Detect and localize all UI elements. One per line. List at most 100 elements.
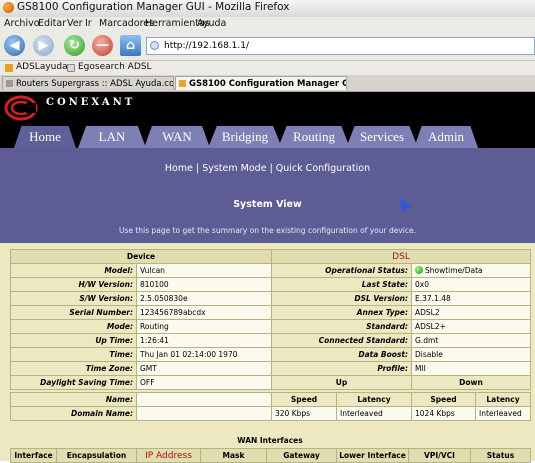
dst-label: Daylight Saving Time: — [10, 375, 137, 390]
model-value: Vulcan — [136, 263, 272, 278]
down-header: Down — [410, 375, 532, 390]
domain-value — [136, 406, 272, 421]
col-ip-address: IP Address — [136, 448, 201, 463]
conexant-logo-icon — [4, 95, 38, 121]
annex-label: Annex Type: — [271, 305, 412, 320]
menu-archivo[interactable]: Archivo — [4, 18, 40, 29]
col-encapsulation: Encapsulation — [56, 448, 137, 463]
quick-links: Home | System Mode | Quick Configuration — [164, 163, 371, 174]
down-latency-value: Interleaved — [475, 406, 531, 421]
down-speed-header: Speed — [411, 392, 476, 407]
bookmark-icon — [5, 64, 13, 72]
status-ok-icon — [415, 266, 423, 274]
link-system-mode[interactable]: System Mode — [202, 163, 266, 174]
name-value — [136, 392, 272, 407]
tab-label: Routers Supergrass :: ADSL Ayuda.com :: … — [16, 79, 174, 89]
annex-value: ADSL2 — [410, 305, 532, 320]
col-interface: Interface — [10, 448, 57, 463]
sw-version-label: S/W Version: — [10, 291, 137, 306]
home-icon[interactable]: ⌂ — [120, 35, 141, 56]
up-speed-value: 320 Kbps — [271, 406, 337, 421]
nav-tab-wan[interactable]: WAN — [144, 126, 210, 148]
nav-tab-lan[interactable]: LAN — [78, 126, 146, 148]
last-state-label: Last State: — [271, 277, 412, 292]
down-latency-header: Latency — [475, 392, 531, 407]
back-icon[interactable]: ◀ — [4, 35, 25, 56]
page-header: CONEXANT — [0, 92, 535, 126]
wan-interfaces-title: WAN Interfaces — [237, 436, 303, 445]
standard-value: ADSL2+ — [410, 319, 532, 334]
data-boost-value: Disable — [410, 347, 532, 362]
window-title: GS8100 Configuration Manager GUI - Mozil… — [17, 1, 290, 13]
profile-label: Profile: — [271, 361, 412, 376]
name-label: Name: — [10, 392, 137, 407]
time-zone-value: GMT — [136, 361, 272, 376]
address-bar[interactable]: http://192.168.1.1/ — [146, 37, 535, 55]
menu-ir[interactable]: Ir — [85, 18, 92, 29]
content-header: Home | System Mode | Quick Configuration… — [0, 148, 535, 243]
standard-label: Standard: — [271, 319, 412, 334]
link-quick-configuration[interactable]: Quick Configuration — [276, 163, 370, 174]
col-status: Status — [470, 448, 531, 463]
dsl-version-value: E.37.1.48 — [410, 291, 532, 306]
nav-tab-bridging[interactable]: Bridging — [208, 126, 282, 148]
link-home[interactable]: Home — [165, 163, 193, 174]
name-speed-table: Name: Speed Latency Speed Latency Domain… — [10, 392, 531, 421]
down-speed-value: 1024 Kbps — [411, 406, 476, 421]
page-description: Use this page to get the summary on the … — [119, 226, 416, 235]
menu-ayuda[interactable]: Ayuda — [197, 18, 226, 29]
device-header: Device — [10, 249, 272, 264]
bookmark-egosearch[interactable]: Egosearch ADSL — [78, 62, 151, 72]
up-header: Up — [271, 375, 412, 390]
address-text: http://192.168.1.1/ — [164, 41, 249, 51]
op-status-label: Operational Status: — [271, 263, 412, 278]
sw-version-value: 2.5.050830e — [136, 291, 272, 306]
nav-tab-routing[interactable]: Routing — [278, 126, 350, 148]
tab-favicon-icon — [6, 80, 13, 87]
col-gateway: Gateway — [266, 448, 337, 463]
nav-tab-home[interactable]: Home — [14, 126, 76, 148]
dst-value: OFF — [136, 375, 272, 390]
bookmarks-toolbar: ADSLayuda Egosearch ADSL — [0, 61, 535, 75]
uptime-value: 1:26:41 — [136, 333, 272, 348]
time-zone-label: Time Zone: — [10, 361, 137, 376]
dsl-version-label: DSL Version: — [271, 291, 412, 306]
forward-icon[interactable]: ▶ — [33, 35, 54, 56]
hw-version-value: 810100 — [136, 277, 272, 292]
serial-value: 123456789abcdx — [136, 305, 272, 320]
menu-editar[interactable]: Editar — [38, 18, 66, 29]
tab-routers[interactable]: Routers Supergrass :: ADSL Ayuda.com :: … — [2, 76, 174, 90]
connected-standard-value: G.dmt — [410, 333, 532, 348]
browser-tab-bar: Routers Supergrass :: ADSL Ayuda.com :: … — [0, 75, 535, 92]
data-boost-label: Data Boost: — [271, 347, 412, 362]
col-vpi-vci: VPI/VCI — [408, 448, 471, 463]
reload-icon[interactable]: ↻ — [64, 35, 85, 56]
page-icon — [150, 41, 159, 50]
summary-table: Device DSL Model: Vulcan Operational Sta… — [10, 249, 532, 390]
nav-tab-services[interactable]: Services — [346, 126, 418, 148]
domain-label: Domain Name: — [10, 406, 137, 421]
bookmark-adslayuda[interactable]: ADSLayuda — [16, 62, 68, 72]
tab-favicon-icon — [179, 80, 186, 87]
last-state-value: 0x0 — [410, 277, 532, 292]
hw-version-label: H/W Version: — [10, 277, 137, 292]
nav-tab-admin[interactable]: Admin — [414, 126, 478, 148]
op-status-value: Showtime/Data — [410, 263, 532, 278]
tab-gs8100[interactable]: GS8100 Configuration Manager GUI — [175, 76, 347, 90]
connected-standard-label: Connected Standard: — [271, 333, 412, 348]
col-lower-interface: Lower Interface — [336, 448, 409, 463]
system-summary: Device DSL Model: Vulcan Operational Sta… — [0, 243, 535, 461]
up-latency-header: Latency — [336, 392, 412, 407]
window-title-bar: GS8100 Configuration Manager GUI - Mozil… — [0, 0, 535, 18]
brand-logo-text: CONEXANT — [46, 97, 136, 108]
mode-value: Routing — [136, 319, 272, 334]
mode-label: Mode: — [10, 319, 137, 334]
stop-icon[interactable]: — — [92, 35, 113, 56]
bookmark-icon — [67, 64, 75, 72]
up-speed-header: Speed — [271, 392, 337, 407]
model-label: Model: — [10, 263, 137, 278]
time-label: Time: — [10, 347, 137, 362]
time-value: Thu Jan 01 02:14:00 1970 — [136, 347, 272, 362]
menu-bar: Archivo Editar Ver Ir Marcadores Herrami… — [0, 17, 535, 32]
menu-ver[interactable]: Ver — [67, 18, 83, 29]
